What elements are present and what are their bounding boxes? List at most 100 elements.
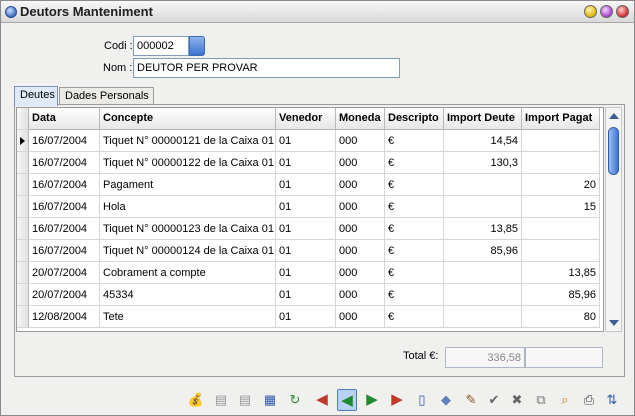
cell-data[interactable]: 20/07/2004 bbox=[29, 262, 100, 284]
scroll-thumb[interactable] bbox=[608, 127, 619, 175]
cell-venedor[interactable]: 01 bbox=[276, 306, 336, 328]
cell-moneda[interactable]: 000 bbox=[336, 306, 385, 328]
cell-moneda[interactable]: 000 bbox=[336, 240, 385, 262]
prev-record-icon[interactable]: ◀ bbox=[337, 389, 357, 411]
cell-concepte[interactable]: Tiquet N° 00000123 de la Caixa 01 bbox=[100, 218, 276, 240]
cell-moneda[interactable]: 000 bbox=[336, 130, 385, 152]
col-header-data[interactable]: Data bbox=[29, 108, 100, 130]
cell-import-deute[interactable] bbox=[444, 284, 522, 306]
table-row[interactable]: 16/07/2004 Tiquet N° 00000121 de la Caix… bbox=[17, 130, 603, 152]
nom-field[interactable]: DEUTOR PER PROVAR bbox=[133, 58, 400, 78]
cell-moneda[interactable]: 000 bbox=[336, 218, 385, 240]
cell-data[interactable]: 16/07/2004 bbox=[29, 130, 100, 152]
cell-moneda[interactable]: 000 bbox=[336, 196, 385, 218]
cell-import-pagat[interactable]: 80 bbox=[522, 306, 600, 328]
new-record-icon[interactable]: ▯ bbox=[412, 389, 432, 411]
col-header-import-pagat[interactable]: Import Pagat bbox=[522, 108, 600, 130]
refresh-icon[interactable]: ↻ bbox=[285, 389, 305, 411]
maximize-button[interactable] bbox=[600, 5, 613, 18]
cell-data[interactable]: 20/07/2004 bbox=[29, 284, 100, 306]
cell-concepte[interactable]: Tete bbox=[100, 306, 276, 328]
cell-descripcio[interactable]: € bbox=[385, 152, 444, 174]
cell-moneda[interactable]: 000 bbox=[336, 284, 385, 306]
print-icon[interactable]: ⎙ bbox=[579, 389, 599, 411]
cell-import-pagat[interactable] bbox=[522, 218, 600, 240]
grid-view-icon[interactable]: ▦ bbox=[260, 389, 280, 411]
next-record-icon[interactable]: ▶ bbox=[362, 389, 382, 411]
table-row[interactable]: 16/07/2004 Tiquet N° 00000123 de la Caix… bbox=[17, 218, 603, 240]
cell-concepte[interactable]: Tiquet N° 00000122 de la Caixa 01 bbox=[100, 152, 276, 174]
table-row[interactable]: 16/07/2004 Hola 01 000 € 15 bbox=[17, 196, 603, 218]
cell-data[interactable]: 12/08/2004 bbox=[29, 306, 100, 328]
cell-concepte[interactable]: Cobrament a compte bbox=[100, 262, 276, 284]
cell-data[interactable]: 16/07/2004 bbox=[29, 218, 100, 240]
cell-venedor[interactable]: 01 bbox=[276, 218, 336, 240]
cell-descripcio[interactable]: € bbox=[385, 196, 444, 218]
last-record-icon[interactable]: ▶ bbox=[387, 389, 407, 411]
cell-import-pagat[interactable] bbox=[522, 240, 600, 262]
copy-page-icon[interactable]: ▤ bbox=[211, 389, 231, 411]
table-row[interactable]: 20/07/2004 Cobrament a compte 01 000 € 1… bbox=[17, 262, 603, 284]
cell-venedor[interactable]: 01 bbox=[276, 174, 336, 196]
window-menu-icon[interactable] bbox=[5, 6, 17, 18]
col-header-concepte[interactable]: Concepte bbox=[100, 108, 276, 130]
cell-import-pagat[interactable] bbox=[522, 130, 600, 152]
cell-import-deute[interactable]: 14,54 bbox=[444, 130, 522, 152]
cell-import-pagat[interactable] bbox=[522, 152, 600, 174]
cell-venedor[interactable]: 01 bbox=[276, 284, 336, 306]
cell-import-deute[interactable] bbox=[444, 306, 522, 328]
cell-moneda[interactable]: 000 bbox=[336, 152, 385, 174]
cell-import-deute[interactable]: 85,96 bbox=[444, 240, 522, 262]
col-header-moneda[interactable]: Moneda bbox=[336, 108, 385, 130]
copy-page-2-icon[interactable]: ▤ bbox=[235, 389, 255, 411]
cell-descripcio[interactable]: € bbox=[385, 218, 444, 240]
cell-venedor[interactable]: 01 bbox=[276, 240, 336, 262]
cell-venedor[interactable]: 01 bbox=[276, 130, 336, 152]
first-record-icon[interactable]: ◀ bbox=[312, 389, 332, 411]
sort-az-icon[interactable]: ⇅ bbox=[602, 389, 622, 411]
cell-data[interactable]: 16/07/2004 bbox=[29, 196, 100, 218]
cell-descripcio[interactable]: € bbox=[385, 306, 444, 328]
table-row[interactable]: 16/07/2004 Tiquet N° 00000122 de la Caix… bbox=[17, 152, 603, 174]
minimize-button[interactable] bbox=[584, 5, 597, 18]
cell-moneda[interactable]: 000 bbox=[336, 174, 385, 196]
cell-moneda[interactable]: 000 bbox=[336, 262, 385, 284]
cell-import-deute[interactable] bbox=[444, 196, 522, 218]
grid-vertical-scrollbar[interactable] bbox=[605, 107, 622, 332]
confirm-icon[interactable]: ✔ bbox=[484, 389, 504, 411]
cell-import-pagat[interactable]: 20 bbox=[522, 174, 600, 196]
cell-import-deute[interactable]: 13,85 bbox=[444, 218, 522, 240]
codi-lookup-button[interactable] bbox=[189, 36, 205, 56]
col-header-venedor[interactable]: Venedor bbox=[276, 108, 336, 130]
table-row[interactable]: 20/07/2004 45334 01 000 € 85,96 bbox=[17, 284, 603, 306]
cell-concepte[interactable]: Tiquet N° 00000124 de la Caixa 01 bbox=[100, 240, 276, 262]
deutes-grid[interactable]: Data Concepte Venedor Moneda Descripto I… bbox=[16, 107, 604, 332]
search-icon[interactable]: ⌕ bbox=[555, 389, 575, 411]
money-bag-icon[interactable]: 💰 bbox=[186, 389, 206, 411]
cancel-icon[interactable]: ✖ bbox=[507, 389, 527, 411]
cell-data[interactable]: 16/07/2004 bbox=[29, 152, 100, 174]
scroll-up-icon[interactable] bbox=[609, 113, 619, 119]
cell-import-deute[interactable]: 130,3 bbox=[444, 152, 522, 174]
cell-venedor[interactable]: 01 bbox=[276, 262, 336, 284]
cell-concepte[interactable]: Tiquet N° 00000121 de la Caixa 01 bbox=[100, 130, 276, 152]
close-button[interactable] bbox=[616, 5, 629, 18]
cell-venedor[interactable]: 01 bbox=[276, 152, 336, 174]
table-row[interactable]: 16/07/2004 Pagament 01 000 € 20 bbox=[17, 174, 603, 196]
table-row[interactable]: 16/07/2004 Tiquet N° 00000124 de la Caix… bbox=[17, 240, 603, 262]
tab-deutes[interactable]: Deutes bbox=[14, 86, 58, 106]
codi-field[interactable]: 000002 bbox=[133, 36, 189, 56]
cell-import-pagat[interactable]: 13,85 bbox=[522, 262, 600, 284]
cell-concepte[interactable]: Hola bbox=[100, 196, 276, 218]
table-row[interactable]: 12/08/2004 Tete 01 000 € 80 bbox=[17, 306, 603, 328]
cell-import-pagat[interactable]: 15 bbox=[522, 196, 600, 218]
erase-icon[interactable]: ◆ bbox=[436, 389, 456, 411]
cell-import-deute[interactable] bbox=[444, 174, 522, 196]
cell-data[interactable]: 16/07/2004 bbox=[29, 174, 100, 196]
cell-concepte[interactable]: Pagament bbox=[100, 174, 276, 196]
cell-descripcio[interactable]: € bbox=[385, 130, 444, 152]
col-header-import-deute[interactable]: Import Deute bbox=[444, 108, 522, 130]
copy-icon[interactable]: ⧉ bbox=[531, 389, 551, 411]
cell-concepte[interactable]: 45334 bbox=[100, 284, 276, 306]
cell-descripcio[interactable]: € bbox=[385, 262, 444, 284]
